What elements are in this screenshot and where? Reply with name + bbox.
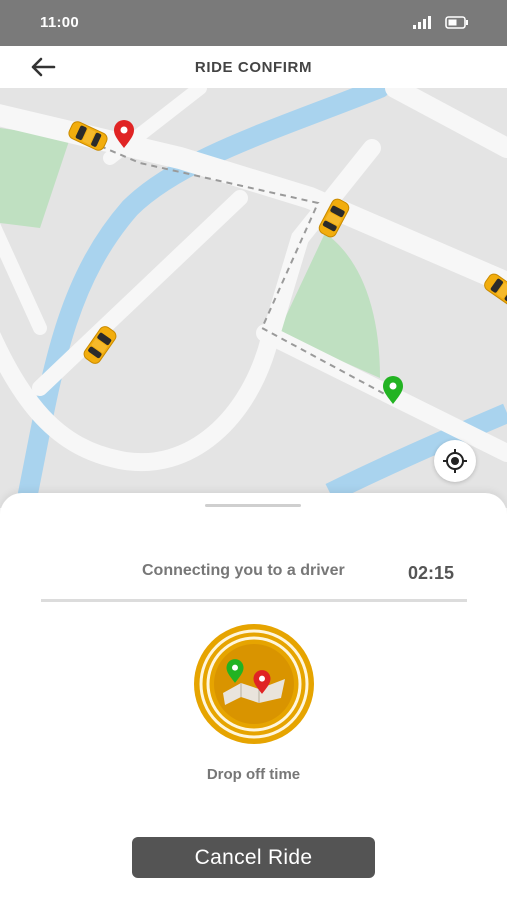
status-icons	[413, 16, 469, 29]
map-view[interactable]	[0, 88, 507, 508]
map-canvas	[0, 88, 507, 508]
crosshair-icon	[443, 449, 467, 473]
status-bar: 11:00	[0, 0, 507, 46]
bottom-sheet: Connecting you to a driver 02:15 Drop of…	[0, 493, 507, 900]
signal-icon	[413, 16, 431, 29]
drop-off-label: Drop off time	[206, 766, 301, 783]
locate-button[interactable]	[434, 440, 476, 482]
page-title: RIDE CONFIRM	[194, 59, 313, 76]
countdown-timer: 02:15	[408, 563, 455, 583]
header: RIDE CONFIRM	[0, 46, 507, 88]
cancel-ride-button[interactable]: Cancel Ride	[132, 837, 375, 878]
sheet-handle[interactable]	[205, 504, 301, 507]
battery-icon	[445, 16, 468, 29]
divider	[41, 599, 467, 602]
status-time: 11:00	[40, 14, 80, 31]
drop-off-map-icon	[193, 623, 315, 745]
connecting-status: Connecting you to a driver	[142, 562, 345, 579]
